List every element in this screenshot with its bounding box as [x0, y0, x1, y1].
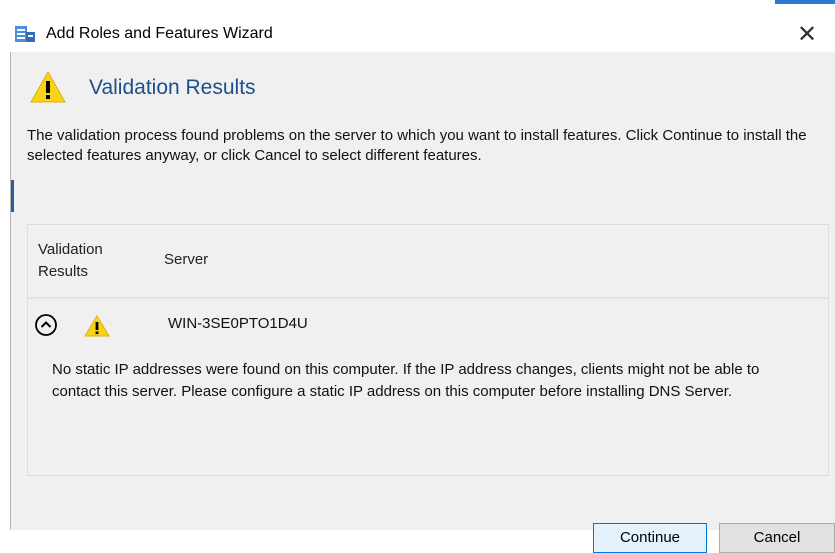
continue-button[interactable]: Continue	[593, 523, 707, 553]
background-accent	[775, 0, 835, 4]
server-manager-icon	[14, 24, 36, 44]
focus-marker	[11, 180, 14, 212]
close-button[interactable]: ✕	[793, 18, 821, 50]
warning-icon	[84, 315, 110, 337]
window-title: Add Roles and Features Wizard	[46, 25, 273, 42]
server-name: WIN-3SE0PTO1D4U	[168, 315, 308, 332]
warning-icon	[29, 70, 67, 104]
background-text-fragment	[0, 0, 835, 14]
column-header-validation-results[interactable]: Validation Results	[38, 239, 138, 283]
validation-results-grid: Validation Results Server WIN-3SE0PTO1D4…	[27, 224, 829, 476]
cancel-button[interactable]: Cancel	[719, 523, 835, 553]
collapse-chevron-icon[interactable]	[34, 313, 58, 337]
title-bar[interactable]: Add Roles and Features Wizard ✕	[0, 16, 835, 54]
grid-header: Validation Results Server	[28, 225, 828, 299]
page-heading: Validation Results	[89, 76, 256, 99]
table-row: WIN-3SE0PTO1D4U No static IP addresses w…	[28, 299, 828, 475]
validation-message: No static IP addresses were found on thi…	[52, 361, 760, 400]
description-text: The validation process found problems on…	[27, 127, 807, 164]
column-header-server[interactable]: Server	[164, 251, 208, 268]
wizard-body: Validation Results The validation proces…	[10, 52, 835, 553]
